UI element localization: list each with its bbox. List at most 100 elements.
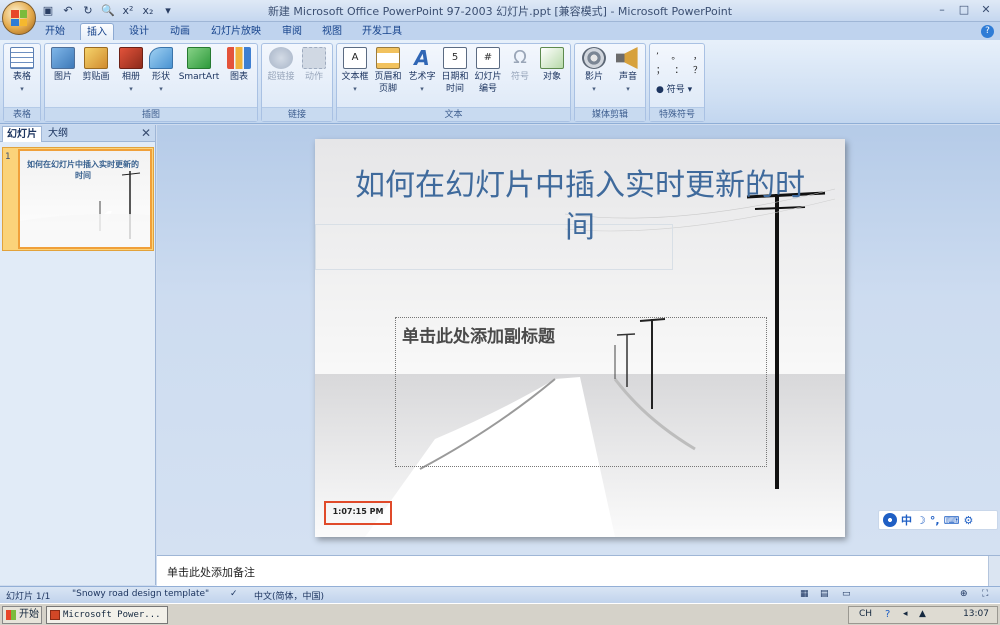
group-label-illustrations: 插图	[45, 107, 257, 121]
notes-placeholder: 单击此处添加备注	[167, 566, 255, 579]
table-icon	[10, 47, 34, 69]
fit-window-icon[interactable]: ⛶	[982, 589, 988, 599]
wordart-icon: A	[414, 46, 430, 70]
smartart-button[interactable]: SmartArt	[177, 47, 221, 83]
tab-outline[interactable]: 大纲	[44, 126, 72, 142]
slide-title[interactable]: 如何在幻灯片中插入实时更新的时间	[355, 165, 805, 249]
tab-design[interactable]: 设计	[122, 23, 156, 40]
ime-mode[interactable]: 中	[901, 512, 912, 528]
header-footer-icon	[376, 47, 400, 69]
close-icon[interactable]: ✕	[141, 126, 151, 140]
sound-button[interactable]: 声音 ▾	[613, 47, 643, 95]
normal-view-icon[interactable]: ▦	[800, 589, 809, 599]
time-field[interactable]: 1:07:15 PM	[324, 501, 392, 525]
special-symbol-button[interactable]: ● 符号 ▾	[656, 84, 702, 96]
group-label-links: 链接	[262, 107, 332, 121]
subtitle-text: 单击此处添加副标题	[402, 327, 555, 347]
subtitle-placeholder[interactable]: 单击此处添加副标题	[395, 317, 767, 467]
object-button[interactable]: 对象	[537, 47, 567, 83]
help-icon[interactable]: ?	[885, 609, 890, 620]
language-bar[interactable]: CH	[859, 609, 872, 619]
group-label-tables: 表格	[4, 107, 40, 121]
punctuation-grid[interactable]: ’。， ；：？	[656, 50, 702, 78]
ribbon: 表格 ▾ 表格 图片 剪贴画 相册 ▾ 形状 ▾ SmartArt 图表 插图 …	[0, 40, 1000, 124]
notes-pane[interactable]: 单击此处添加备注	[157, 555, 1000, 587]
zoom-in-icon[interactable]: ⊕	[960, 589, 968, 599]
slides-panel: 幻灯片 大纲 ✕ 1 如何在幻灯片中插入实时更新的时间	[0, 125, 156, 585]
maximize-icon[interactable]: □	[954, 2, 974, 18]
network-icon[interactable]: ▲	[919, 609, 926, 619]
office-button[interactable]	[2, 1, 36, 35]
slide-canvas[interactable]: 如何在幻灯片中插入实时更新的时间 单击此处添加副标题 1:07:15 PM	[315, 139, 845, 537]
group-label-special-symbols: 特殊符号	[650, 107, 704, 121]
textbox-button[interactable]: A 文本框 ▾	[340, 47, 370, 95]
tab-developer[interactable]: 开发工具	[358, 23, 406, 40]
group-label-text: 文本	[337, 107, 570, 121]
status-bar: 幻灯片 1/1 "Snowy road design template" ✓ 中…	[0, 586, 1000, 603]
slide-thumbnail[interactable]: 如何在幻灯片中插入实时更新的时间	[18, 149, 152, 249]
ime-logo-icon[interactable]	[883, 513, 897, 527]
tab-slideshow[interactable]: 幻灯片放映	[208, 23, 264, 40]
powerpoint-icon	[50, 610, 60, 620]
ribbon-tabs: 开始 插入 设计 动画 幻灯片放映 审阅 视图 开发工具 ?	[0, 22, 1000, 40]
window-controls: – □ ✕	[932, 2, 996, 18]
object-icon	[540, 47, 564, 69]
slide-number-icon: #	[476, 47, 500, 69]
slide-editing-area: 如何在幻灯片中插入实时更新的时间 单击此处添加副标题 1:07:15 PM	[157, 125, 1000, 555]
datetime-button[interactable]: 5 日期和 时间	[440, 47, 470, 95]
panel-tabs: 幻灯片 大纲 ✕	[0, 125, 155, 142]
omega-icon: Ω	[513, 47, 527, 68]
slide-sorter-icon[interactable]: ▤	[820, 589, 829, 599]
action-button[interactable]: 动作	[299, 47, 329, 83]
clock[interactable]: 13:07	[963, 609, 989, 619]
header-footer-button[interactable]: 页眉和 页脚	[372, 47, 404, 95]
title-bar: ▣ ↶ ↻ 🔍 x² x₂ ▾ 新建 Microsoft Office Powe…	[0, 0, 1000, 22]
minimize-icon[interactable]: –	[932, 2, 952, 18]
gear-icon[interactable]: ⚙	[963, 514, 973, 527]
album-icon	[119, 47, 143, 69]
notes-scrollbar[interactable]	[988, 556, 1000, 587]
smartart-icon	[187, 47, 211, 69]
keyboard-icon[interactable]: ⌨	[944, 514, 960, 527]
picture-button[interactable]: 图片	[49, 47, 77, 83]
slideshow-icon[interactable]: ▭	[842, 589, 851, 599]
thumbnail-road-image	[20, 171, 150, 247]
bullet-icon: ●	[656, 85, 667, 95]
tab-review[interactable]: 审阅	[275, 23, 309, 40]
help-icon[interactable]: ?	[981, 25, 994, 38]
dropdown-arrow-icon: ▾	[20, 85, 24, 93]
clipart-button[interactable]: 剪贴画	[79, 47, 113, 83]
movie-button[interactable]: 影片 ▾	[579, 47, 609, 95]
tab-slides[interactable]: 幻灯片	[2, 126, 42, 142]
table-button[interactable]: 表格 ▾	[7, 47, 37, 95]
punctuation-icon[interactable]: °,	[930, 514, 940, 527]
windows-logo-icon	[6, 610, 16, 620]
group-tables: 表格 ▾ 表格	[3, 43, 41, 122]
spellcheck-icon[interactable]: ✓	[230, 589, 238, 599]
template-name: "Snowy road design template"	[72, 589, 210, 599]
close-icon[interactable]: ✕	[976, 2, 996, 18]
group-illustrations: 图片 剪贴画 相册 ▾ 形状 ▾ SmartArt 图表 插图	[44, 43, 258, 122]
tab-animations[interactable]: 动画	[163, 23, 197, 40]
tab-insert[interactable]: 插入	[80, 23, 114, 40]
clipart-icon	[84, 47, 108, 69]
slide-number-button[interactable]: # 幻灯片 编号	[472, 47, 504, 95]
time-value: 1:07:15 PM	[332, 507, 384, 516]
group-links: 超链接 动作 链接	[261, 43, 333, 122]
ime-toolbar[interactable]: 中 ☽ °, ⌨ ⚙	[878, 510, 998, 530]
album-button[interactable]: 相册 ▾	[117, 47, 145, 95]
symbol-button[interactable]: Ω 符号	[506, 47, 534, 83]
speaker-tray-icon[interactable]: ◂	[903, 609, 908, 619]
moon-icon[interactable]: ☽	[916, 514, 926, 527]
language-indicator[interactable]: 中文(简体，中国)	[254, 589, 324, 602]
hyperlink-button[interactable]: 超链接	[265, 47, 297, 83]
taskbar-powerpoint-item[interactable]: Microsoft Power...	[46, 606, 168, 624]
system-tray: CH ? ◂ ▲ 13:07	[848, 606, 998, 624]
wordart-button[interactable]: A 艺术字 ▾	[406, 47, 438, 95]
chart-button[interactable]: 图表	[225, 47, 253, 83]
start-button[interactable]: 开始	[2, 606, 42, 624]
office-logo-icon	[11, 10, 27, 26]
shapes-button[interactable]: 形状 ▾	[147, 47, 175, 95]
tab-home[interactable]: 开始	[38, 23, 72, 40]
tab-view[interactable]: 视图	[315, 23, 349, 40]
